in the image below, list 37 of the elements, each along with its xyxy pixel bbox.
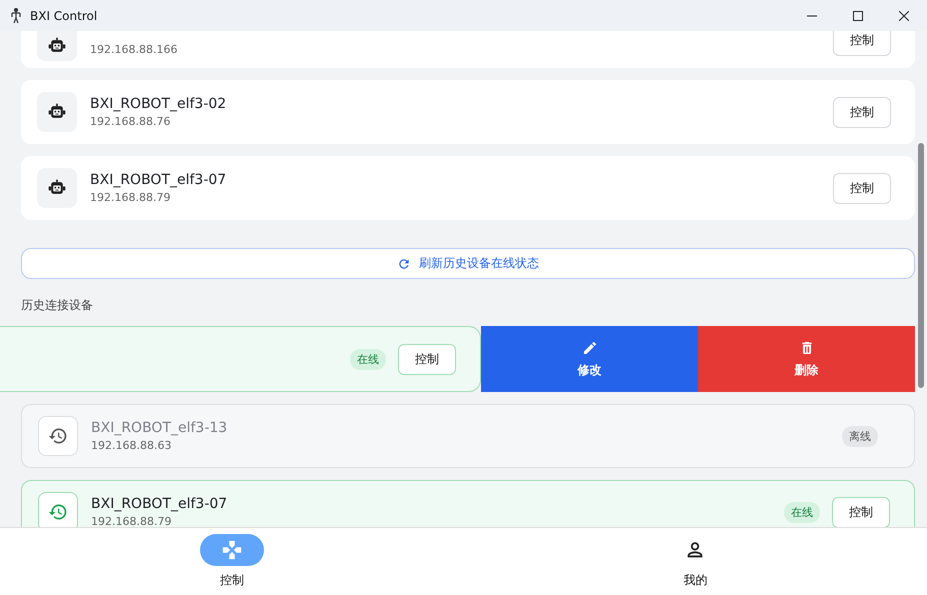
history-icon: [48, 502, 68, 522]
control-button[interactable]: 控制: [833, 31, 891, 56]
nav-tab[interactable]: 我的: [464, 528, 927, 595]
status-badge: 离线: [842, 426, 878, 446]
device-card[interactable]: BXI_ROBOT_elf3-13 192.168.88.63 离线: [21, 404, 915, 468]
device-card[interactable]: 192.168.88.166 控制: [21, 31, 915, 68]
device-ip: 192.168.88.79: [90, 191, 172, 204]
device-ip: 192.168.88.76: [90, 115, 172, 128]
control-button[interactable]: 控制: [398, 344, 456, 374]
pencil-icon: [582, 340, 598, 356]
control-button[interactable]: 控制: [833, 172, 891, 204]
control-button[interactable]: 控制: [833, 96, 891, 128]
scrollbar-thumb[interactable]: [918, 143, 924, 388]
device-card[interactable]: 在线 控制: [0, 326, 481, 392]
delete-button[interactable]: 删除: [698, 326, 915, 392]
device-name: BXI_ROBOT_elf3-02: [90, 96, 228, 112]
nav-tab[interactable]: 控制: [0, 528, 464, 595]
device-card[interactable]: BXI_ROBOT_elf3-02 192.168.88.76 控制: [21, 80, 915, 144]
device-ip: 192.168.88.79: [91, 515, 172, 527]
device-name: BXI_ROBOT_elf3-13: [91, 420, 228, 436]
control-button[interactable]: 控制: [832, 496, 890, 527]
refresh-button[interactable]: 刷新历史设备在线状态: [21, 248, 915, 279]
device-ip: 192.168.88.63: [91, 439, 172, 452]
history-icon: [48, 426, 68, 446]
status-badge: 在线: [784, 502, 820, 522]
refresh-icon: [397, 256, 411, 270]
status-badge: 在线: [350, 348, 386, 370]
edit-button[interactable]: 修改: [481, 326, 698, 392]
device-ip: 192.168.88.166: [90, 43, 178, 56]
device-name: BXI_ROBOT_elf3-07: [91, 496, 228, 512]
device-name: BXI_ROBOT_elf3-07: [90, 172, 228, 188]
figure-icon: [10, 8, 22, 24]
window-title: BXI Control: [30, 8, 98, 22]
gamepad-icon: [220, 539, 243, 561]
device-card[interactable]: BXI_ROBOT_elf3-07 192.168.88.79 控制: [21, 156, 915, 220]
section-title: 历史连接设备: [21, 297, 94, 314]
device-card[interactable]: BXI_ROBOT_elf3-07 192.168.88.79 在线 控制: [21, 480, 915, 527]
